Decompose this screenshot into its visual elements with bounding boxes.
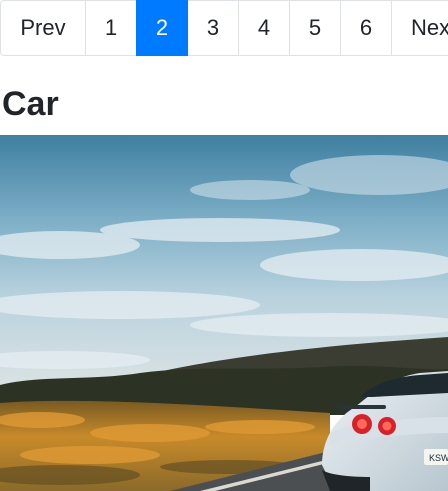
pagination-page-6[interactable]: 6 <box>340 0 392 56</box>
pagination: Prev 1 2 3 4 5 6 Next <box>0 0 448 56</box>
pagination-page-2-active[interactable]: 2 <box>136 0 188 56</box>
license-plate-text: KSW <box>429 453 448 463</box>
pagination-page-5[interactable]: 5 <box>289 0 341 56</box>
pagination-prev-button[interactable]: Prev <box>0 0 86 56</box>
pagination-next-button[interactable]: Next <box>391 0 448 56</box>
article-title: Car <box>2 85 59 123</box>
car-photo: KSW <box>0 135 448 491</box>
pagination-page-1[interactable]: 1 <box>85 0 137 56</box>
pagination-page-4[interactable]: 4 <box>238 0 290 56</box>
page: Prev 1 2 3 4 5 6 Next Car <box>0 0 448 491</box>
pagination-page-3[interactable]: 3 <box>187 0 239 56</box>
